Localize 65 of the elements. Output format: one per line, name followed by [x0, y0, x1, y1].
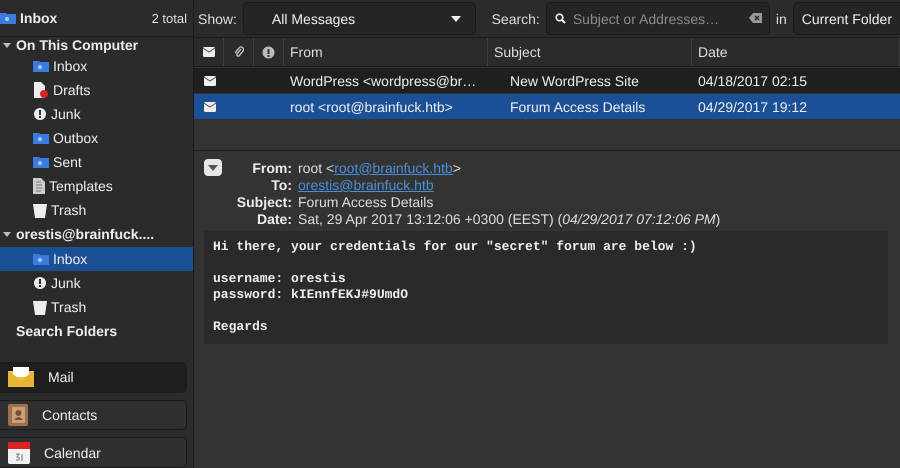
folder-icon [33, 156, 49, 168]
folder-title: Inbox [20, 10, 58, 26]
caret-icon [450, 16, 461, 22]
folder-item[interactable]: Junk [0, 102, 193, 126]
folder-item[interactable]: Sent [0, 150, 193, 174]
header-label: To: [270, 177, 293, 193]
folder-item[interactable]: Templates [0, 174, 193, 198]
message-count: 2 total [152, 10, 187, 26]
envelope-icon [204, 76, 216, 86]
folder-item[interactable]: Trash [0, 198, 193, 222]
folder-item[interactable]: Junk [0, 271, 193, 295]
header-value: Forum Access Details [298, 194, 434, 210]
section-heading[interactable]: Search Folders [16, 322, 118, 340]
header-value: Sat, 29 Apr 2017 13:12:06 +0300 (EEST) (04/29/2017 07:12:06 PM) [298, 211, 722, 227]
header-label: Date: [256, 211, 293, 227]
priority-icon [262, 46, 275, 58]
filter-dropdown[interactable]: All Messages [242, 2, 476, 35]
calendar-icon [8, 442, 30, 464]
draft-page-icon [33, 82, 49, 98]
column-header[interactable]: From [284, 38, 488, 66]
column-header[interactable]: Subject [488, 38, 692, 66]
in-label: in [776, 10, 787, 26]
message-row[interactable]: root <root@brainfuck.htb> Forum Access Details 04/29/2017 19:12 [194, 94, 900, 119]
document-icon [33, 178, 45, 194]
header-label: From: [251, 160, 293, 176]
address-book-icon [8, 404, 28, 426]
expand-arrow-icon[interactable] [2, 229, 12, 239]
column-header[interactable]: Date [692, 38, 900, 66]
warning-icon [33, 107, 47, 121]
folder-icon [33, 60, 49, 72]
header-value: root <root@brainfuck.htb> [298, 160, 462, 176]
search-icon [554, 13, 566, 24]
email-link[interactable]: orestis@brainfuck.htb [298, 177, 434, 193]
search-label: Search: [492, 10, 540, 26]
mode-button[interactable]: Calendar [0, 437, 187, 468]
folder-icon [33, 132, 49, 144]
trash-icon [33, 202, 47, 218]
folder-item[interactable]: Drafts [0, 78, 193, 102]
caret-icon [208, 164, 218, 170]
envelope-icon [202, 47, 214, 57]
folder-item[interactable]: Trash [0, 295, 193, 319]
scope-dropdown[interactable]: Current Folder [792, 2, 900, 35]
collapse-toggle[interactable] [204, 159, 222, 176]
envelope-icon [204, 102, 216, 112]
account-name[interactable]: On This Computer [16, 37, 138, 54]
account-name[interactable]: orestis@brainfuck.... [16, 225, 154, 243]
message-body: Hi there, your credentials for our "secret" forum are below :) username: orestis password: kIEnnfEKJ#9UmdO Regards [204, 231, 888, 344]
email-link[interactable]: root@brainfuck.htb [334, 160, 453, 176]
clear-icon[interactable] [748, 13, 762, 23]
folder-item[interactable]: Inbox [0, 247, 193, 271]
paperclip-icon [234, 46, 244, 58]
trash-icon [33, 300, 47, 314]
show-label: Show: [198, 10, 237, 26]
folder-item[interactable]: Inbox [0, 54, 193, 78]
message-row[interactable]: WordPress <wordpress@br… New WordPress Site 04/18/2017 02:15 [194, 68, 900, 93]
folder-icon [33, 254, 49, 264]
search-field[interactable]: Subject or Addresses… [546, 2, 770, 35]
envelope-icon [8, 367, 34, 388]
mode-button[interactable]: Mail [0, 362, 187, 393]
warning-icon [33, 276, 47, 290]
folder-icon [0, 12, 16, 24]
folder-item[interactable]: Outbox [0, 126, 193, 150]
expand-arrow-icon[interactable] [2, 40, 12, 50]
header-label: Subject: [236, 194, 293, 210]
mode-button[interactable]: Contacts [0, 400, 187, 430]
